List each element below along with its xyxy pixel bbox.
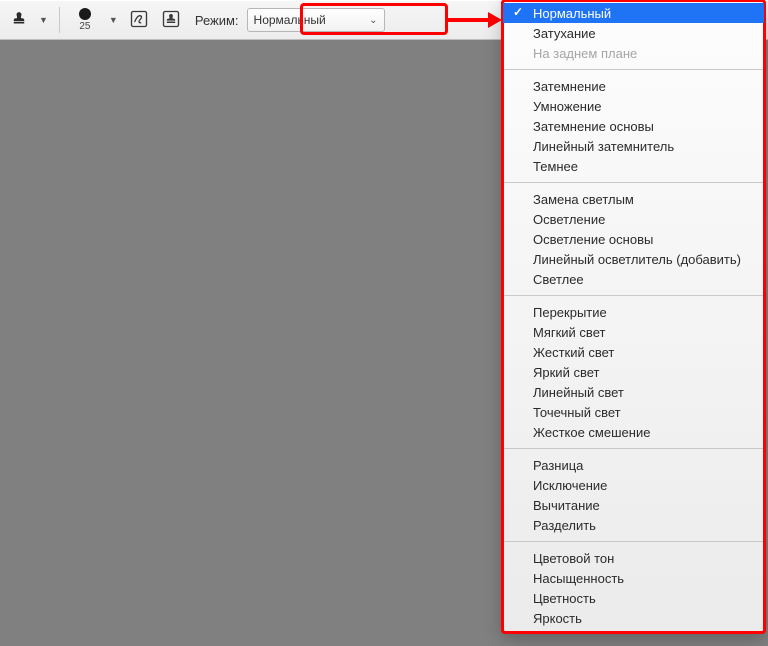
- brush-dot-icon: [79, 8, 91, 20]
- menu-separator: [503, 541, 764, 542]
- mode-label: Режим:: [195, 13, 239, 28]
- mode-menu-item[interactable]: Осветление: [503, 209, 764, 229]
- mode-menu-item[interactable]: Замена светлым: [503, 189, 764, 209]
- chevron-down-icon[interactable]: ▼: [106, 15, 121, 25]
- mode-dropdown[interactable]: Нормальный ⌄: [247, 8, 385, 32]
- mode-menu-item[interactable]: Затемнение: [503, 76, 764, 96]
- clone-stamp-tool-button[interactable]: [6, 6, 32, 34]
- menu-separator: [503, 295, 764, 296]
- mode-dropdown-value: Нормальный: [254, 13, 326, 27]
- mode-menu-item[interactable]: Точечный свет: [503, 402, 764, 422]
- mode-menu-item[interactable]: Нормальный: [503, 3, 764, 23]
- mode-menu-item[interactable]: Осветление основы: [503, 229, 764, 249]
- menu-separator: [503, 182, 764, 183]
- mode-menu-item[interactable]: Мягкий свет: [503, 322, 764, 342]
- stamp-icon: [10, 10, 28, 31]
- chevron-down-icon: ⌄: [369, 15, 377, 26]
- clone-source-panel-button[interactable]: [157, 6, 185, 34]
- mode-menu-item[interactable]: Цветовой тон: [503, 548, 764, 568]
- mode-menu-item[interactable]: Умножение: [503, 96, 764, 116]
- mode-menu-item[interactable]: Насыщенность: [503, 568, 764, 588]
- mode-menu-item[interactable]: Разделить: [503, 515, 764, 535]
- toggle-brush-panel-button[interactable]: [125, 6, 153, 34]
- mode-menu-item[interactable]: Затемнение основы: [503, 116, 764, 136]
- toolbar-divider: [59, 7, 60, 33]
- mode-menu-item[interactable]: Разница: [503, 455, 764, 475]
- mode-menu-item[interactable]: Темнее: [503, 156, 764, 176]
- chevron-down-icon[interactable]: ▼: [36, 15, 51, 25]
- menu-separator: [503, 448, 764, 449]
- brush-size-label: 25: [79, 21, 90, 32]
- mode-menu-item[interactable]: Жесткий свет: [503, 342, 764, 362]
- clone-source-icon: [161, 9, 181, 32]
- mode-menu-item: На заднем плане: [503, 43, 764, 63]
- mode-menu-item[interactable]: Затухание: [503, 23, 764, 43]
- brush-preset-picker[interactable]: 25: [68, 4, 102, 36]
- mode-menu-item[interactable]: Яркость: [503, 608, 764, 628]
- mode-menu-item[interactable]: Цветность: [503, 588, 764, 608]
- mode-dropdown-menu: НормальныйЗатуханиеНа заднем плане Затемн…: [502, 0, 765, 633]
- mode-menu-item[interactable]: Вычитание: [503, 495, 764, 515]
- mode-menu-item[interactable]: Жесткое смешение: [503, 422, 764, 442]
- mode-menu-item[interactable]: Светлее: [503, 269, 764, 289]
- mode-menu-item[interactable]: Линейный свет: [503, 382, 764, 402]
- mode-menu-item[interactable]: Яркий свет: [503, 362, 764, 382]
- menu-separator: [503, 69, 764, 70]
- brush-panel-icon: [129, 9, 149, 32]
- mode-menu-item[interactable]: Исключение: [503, 475, 764, 495]
- mode-menu-item[interactable]: Перекрытие: [503, 302, 764, 322]
- mode-menu-item[interactable]: Линейный затемнитель: [503, 136, 764, 156]
- mode-menu-item[interactable]: Линейный осветлитель (добавить): [503, 249, 764, 269]
